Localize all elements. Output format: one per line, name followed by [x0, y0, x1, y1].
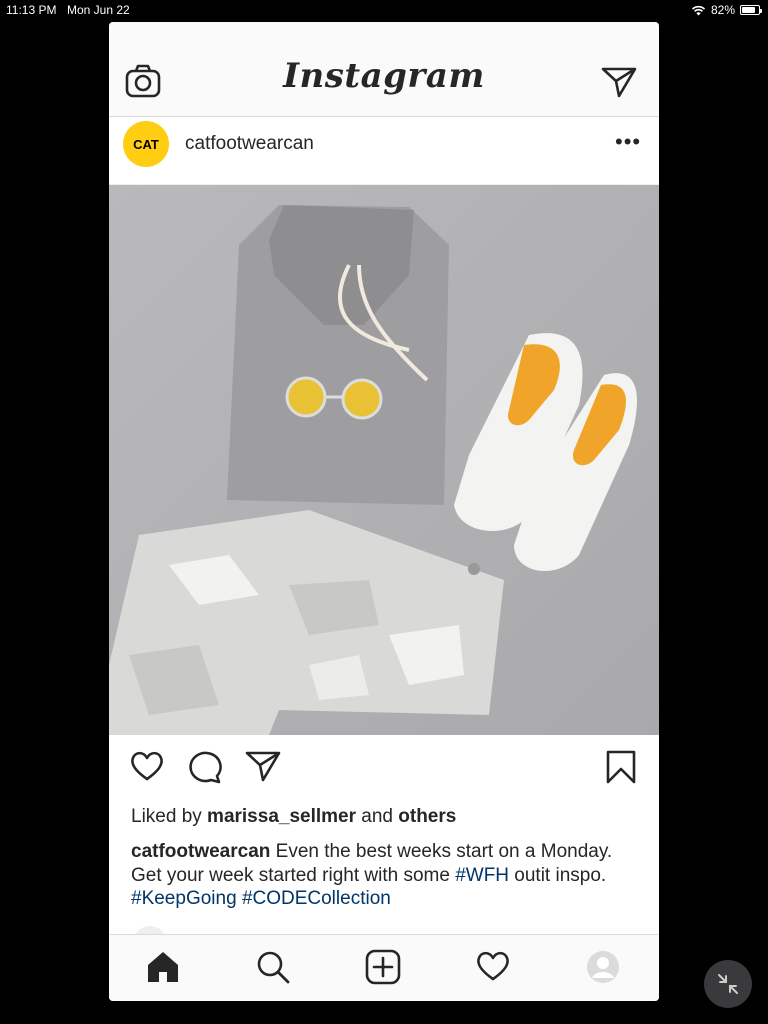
post-header: CAT catfootwearcan •••: [109, 117, 659, 185]
home-icon[interactable]: [145, 949, 181, 985]
likes-line: Liked by marissa_sellmer and others: [131, 806, 456, 828]
profile-icon[interactable]: [585, 949, 621, 985]
post-actions: [109, 750, 659, 790]
liked-by-prefix: Liked by: [131, 806, 208, 827]
add-post-icon[interactable]: [365, 949, 401, 985]
search-icon[interactable]: [255, 949, 291, 985]
battery-percent: 82%: [710, 3, 735, 17]
avatar[interactable]: CAT: [123, 121, 169, 167]
app-header: Instagram: [109, 22, 659, 117]
minimize-arrows-icon: [718, 974, 738, 994]
comment-icon[interactable]: [187, 750, 223, 784]
liked-by-mid: and: [356, 806, 399, 827]
avatar-text: CAT: [133, 136, 159, 152]
status-time: 11:13 PM: [6, 3, 57, 17]
post-photo-illustration: [109, 185, 659, 735]
status-right: 82%: [691, 3, 762, 17]
hashtag-codecollection[interactable]: #CODECollection: [242, 888, 391, 909]
status-date: Mon Jun 22: [67, 3, 130, 17]
battery-icon: [740, 5, 762, 15]
activity-heart-icon[interactable]: [475, 949, 511, 983]
minimize-button[interactable]: [704, 960, 752, 1008]
wifi-icon: [691, 5, 706, 15]
bookmark-icon[interactable]: [606, 750, 636, 784]
share-icon[interactable]: [245, 750, 281, 782]
caption-username[interactable]: catfootwearcan: [131, 841, 270, 862]
battery-fill: [742, 7, 755, 13]
bottom-tab-bar: [109, 934, 659, 1001]
status-bar: 11:13 PM Mon Jun 22 82%: [0, 0, 768, 20]
instagram-app: Instagram CAT catfootwearcan ••• Liked b…: [109, 22, 659, 1001]
post-caption: catfootwearcan Even the best weeks start…: [131, 840, 641, 911]
heart-icon[interactable]: [129, 750, 165, 782]
more-options-icon[interactable]: •••: [615, 129, 641, 155]
liked-by-user[interactable]: marissa_sellmer: [207, 806, 356, 827]
post-username[interactable]: catfootwearcan: [185, 133, 314, 155]
hashtag-wfh[interactable]: #WFH: [455, 865, 509, 886]
liked-by-others[interactable]: others: [398, 806, 456, 827]
hashtag-keepgoing[interactable]: #KeepGoing: [131, 888, 237, 909]
instagram-logo: Instagram: [283, 56, 485, 96]
caption-text-2: outit inspo.: [509, 864, 607, 886]
post-photo[interactable]: [109, 185, 659, 735]
direct-send-icon[interactable]: [601, 66, 637, 98]
